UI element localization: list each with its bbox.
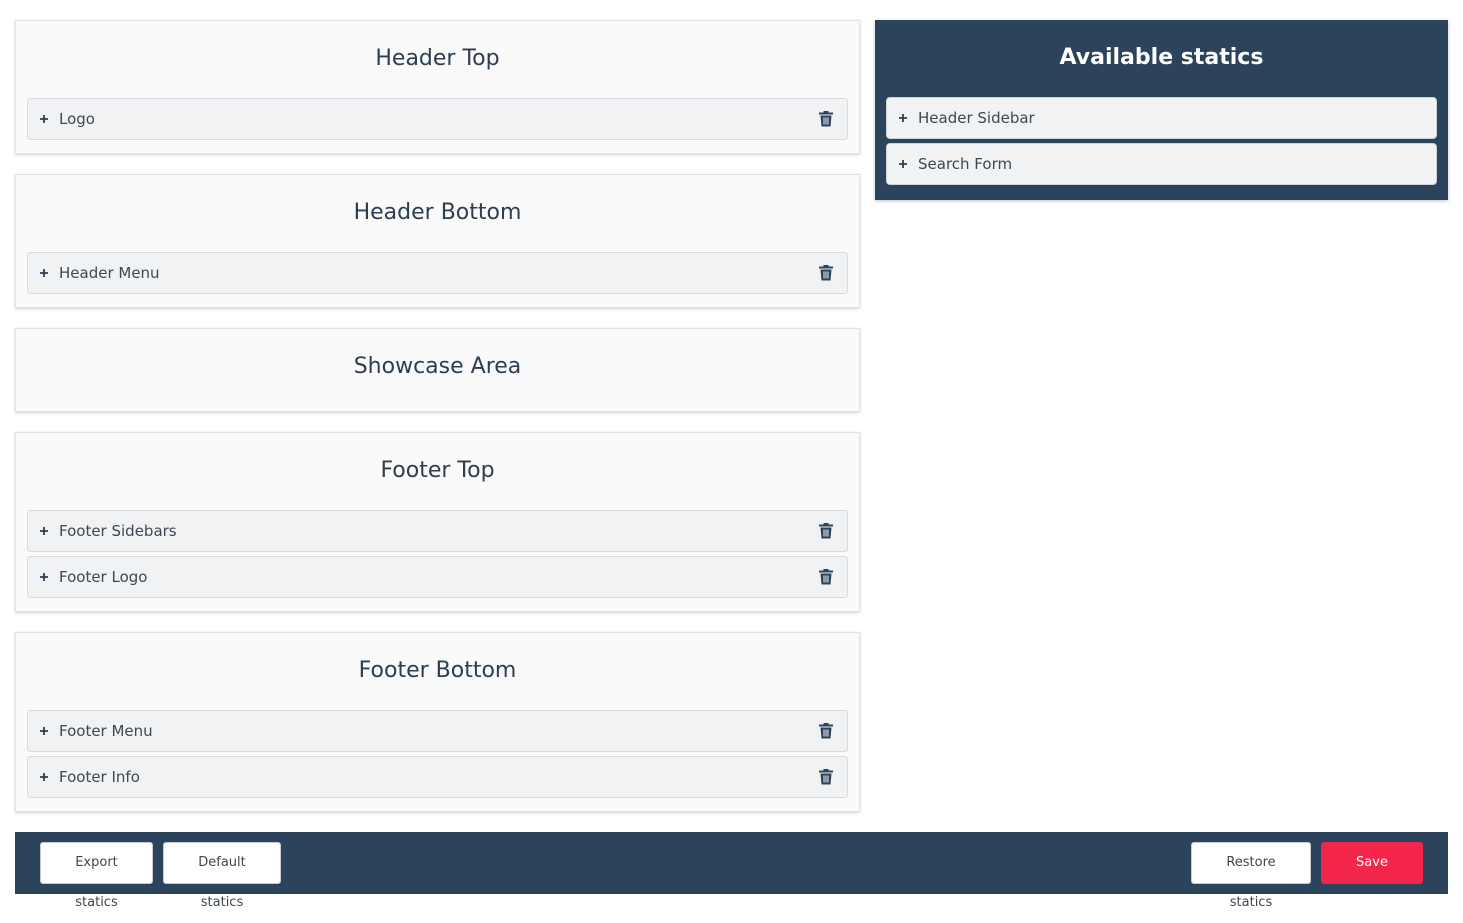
area-title: Showcase Area bbox=[353, 354, 522, 379]
static-item-footer-sidebars[interactable]: Footer Sidebars bbox=[27, 510, 848, 552]
area-items: Logo bbox=[27, 98, 848, 144]
plus-icon[interactable] bbox=[898, 159, 908, 169]
static-item-footer-logo[interactable]: Footer Logo bbox=[27, 556, 848, 598]
available-statics-panel: Available statics Header Sidebar Search … bbox=[875, 20, 1448, 200]
restore-statics-button[interactable]: Restore statics bbox=[1191, 842, 1311, 910]
area-title: Header Top bbox=[375, 46, 500, 71]
trash-icon[interactable] bbox=[819, 769, 833, 785]
area-header-bottom: Header Bottom Header Menu bbox=[15, 174, 860, 308]
item-label: Search Form bbox=[918, 155, 1013, 173]
actions-bar: Export statics Default statics Restore s… bbox=[15, 832, 1448, 910]
plus-icon[interactable] bbox=[898, 113, 908, 123]
trash-icon[interactable] bbox=[819, 265, 833, 281]
plus-icon[interactable] bbox=[39, 572, 49, 582]
area-items: Header Menu bbox=[27, 252, 848, 298]
item-label: Header Menu bbox=[59, 264, 160, 282]
plus-icon[interactable] bbox=[39, 526, 49, 536]
area-footer-bottom: Footer Bottom Footer Menu Footer Info bbox=[15, 632, 860, 812]
area-header-top: Header Top Logo bbox=[15, 20, 860, 154]
item-label: Logo bbox=[59, 110, 95, 128]
area-title: Footer Bottom bbox=[358, 658, 517, 683]
item-label: Header Sidebar bbox=[918, 109, 1035, 127]
item-label: Footer Info bbox=[59, 768, 140, 786]
trash-icon[interactable] bbox=[819, 111, 833, 127]
area-items: Footer Menu Footer Info bbox=[27, 710, 848, 802]
default-statics-button[interactable]: Default statics bbox=[163, 842, 281, 910]
available-item-header-sidebar[interactable]: Header Sidebar bbox=[886, 97, 1437, 139]
static-item-logo[interactable]: Logo bbox=[27, 98, 848, 140]
available-items: Header Sidebar Search Form bbox=[886, 97, 1437, 189]
static-item-header-menu[interactable]: Header Menu bbox=[27, 252, 848, 294]
area-footer-top: Footer Top Footer Sidebars Footer Logo bbox=[15, 432, 860, 612]
area-items: Footer Sidebars Footer Logo bbox=[27, 510, 848, 602]
area-showcase: Showcase Area bbox=[15, 328, 860, 412]
export-statics-button[interactable]: Export statics bbox=[40, 842, 153, 910]
available-statics-title: Available statics bbox=[1059, 45, 1264, 70]
area-title: Footer Top bbox=[380, 458, 495, 483]
plus-icon[interactable] bbox=[39, 268, 49, 278]
trash-icon[interactable] bbox=[819, 523, 833, 539]
static-item-footer-info[interactable]: Footer Info bbox=[27, 756, 848, 798]
area-title: Header Bottom bbox=[353, 200, 522, 225]
plus-icon[interactable] bbox=[39, 114, 49, 124]
plus-icon[interactable] bbox=[39, 726, 49, 736]
item-label: Footer Menu bbox=[59, 722, 153, 740]
trash-icon[interactable] bbox=[819, 569, 833, 585]
item-label: Footer Sidebars bbox=[59, 522, 177, 540]
item-label: Footer Logo bbox=[59, 568, 148, 586]
available-item-search-form[interactable]: Search Form bbox=[886, 143, 1437, 185]
plus-icon[interactable] bbox=[39, 772, 49, 782]
save-statics-button[interactable]: Save statics bbox=[1321, 842, 1423, 910]
trash-icon[interactable] bbox=[819, 723, 833, 739]
static-item-footer-menu[interactable]: Footer Menu bbox=[27, 710, 848, 752]
